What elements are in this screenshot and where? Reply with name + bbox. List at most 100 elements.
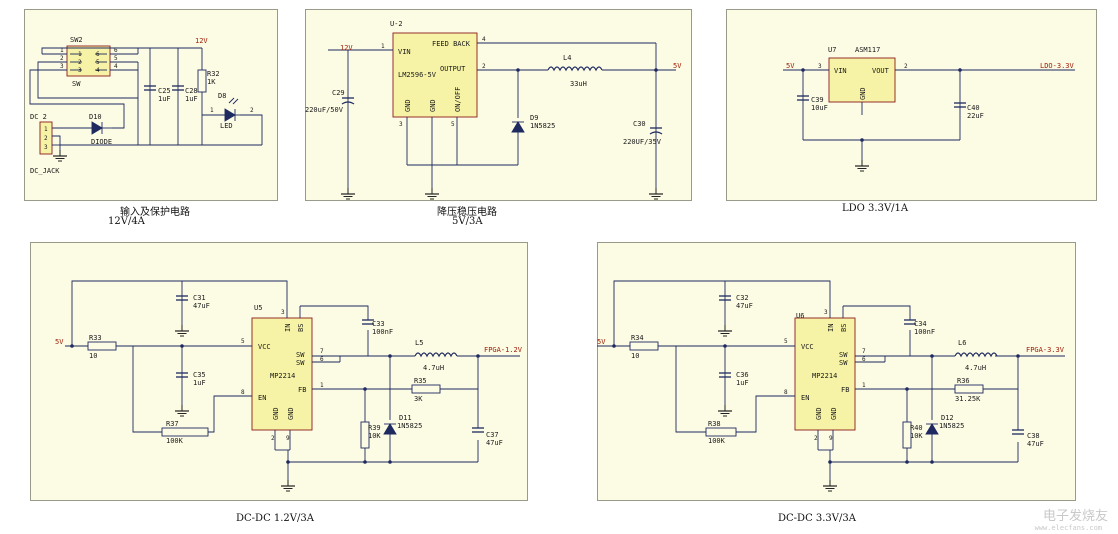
u5-pin-num-3: 3	[281, 309, 285, 316]
u5-pin-num-5: 5	[241, 338, 245, 345]
u5-pin-num-8: 8	[241, 389, 245, 396]
dc-jack-pin-2: 2	[44, 135, 48, 142]
c38-ref: C38	[1027, 432, 1040, 440]
r39-value: 10K	[368, 432, 381, 440]
c33-value: 100nF	[372, 328, 393, 336]
u6-pin-num-6: 6	[862, 356, 866, 363]
u6-name: MP2214	[812, 372, 837, 380]
u6-pin-num-1: 1	[862, 382, 866, 389]
u5-pin-gnd-a: GND	[272, 407, 280, 420]
u5-pin-en: EN	[258, 394, 266, 402]
sw2-pin-3: 3	[60, 63, 64, 70]
u6-pin-num-9: 9	[829, 435, 833, 442]
u5-ref: U5	[254, 304, 262, 312]
u6-pin-gnd-a: GND	[815, 407, 823, 420]
d9-symbol	[511, 121, 525, 133]
u2-ref: U-2	[390, 20, 403, 28]
sw2-pin-4: 4	[114, 63, 118, 70]
l4-value: 33uH	[570, 80, 587, 88]
input-protection-circuit	[29, 45, 263, 155]
u5-pin-sw-b: SW	[296, 359, 305, 367]
sw2-pin-6: 6	[114, 47, 118, 54]
d11-symbol	[383, 423, 397, 435]
u2-pin-num-2: 2	[482, 63, 486, 70]
u6-pin-num-7: 7	[862, 348, 866, 355]
u6-pin-fb: FB	[841, 386, 849, 394]
r40-ref: R40	[910, 424, 923, 432]
u7-name: ASM117	[855, 46, 880, 54]
d10-symbol	[91, 121, 103, 135]
u6-pin-in: IN	[827, 324, 835, 332]
led-pin-1: 1	[210, 107, 214, 114]
watermark-url: www.elecfans.com	[1034, 524, 1102, 532]
net-12v-buck: 12V	[340, 44, 353, 52]
c25-value: 1uF	[158, 95, 171, 103]
r35-ref: R35	[414, 377, 427, 385]
caption-dcdc-3v3: DC-DC 3.3V/3A	[778, 513, 856, 524]
watermark-title: 电子发烧友	[1042, 509, 1108, 524]
net-5v-buck: 5V	[673, 62, 682, 70]
u7-pin-vin: VIN	[834, 67, 847, 75]
l5-coil	[414, 352, 458, 358]
c31-value: 47uF	[193, 302, 210, 310]
caption-ldo: LDO 3.3V/1A	[842, 203, 909, 214]
c37-value: 47uF	[486, 439, 503, 447]
d10-value: DIODE	[91, 138, 112, 146]
u5-pin-bs: BS	[297, 324, 305, 332]
dc-jack-ref: DC 2	[30, 113, 47, 121]
d8-ref: D8	[218, 92, 226, 100]
u2-pin-gnd-a: GND	[404, 99, 412, 112]
u7-pin-gnd: GND	[859, 87, 867, 100]
u5-pin-sw-a: SW	[296, 351, 305, 359]
u6-pin-num-5: 5	[784, 338, 788, 345]
sw2-inner-5: 5	[96, 59, 100, 66]
u5-pin-num-7: 7	[320, 348, 324, 355]
u7-pin-num-3: 3	[818, 63, 822, 70]
u7-pin-vout: VOUT	[872, 67, 890, 75]
caption-input-spec: 12V/4A	[108, 216, 145, 227]
sw2-inner-6: 6	[96, 51, 100, 58]
c38-value: 47uF	[1027, 440, 1044, 448]
u6-pin-sw-a: SW	[839, 351, 848, 359]
u2-pin-onoff: ON/OFF	[454, 87, 462, 112]
r37-value: 100K	[166, 437, 184, 445]
net-12v-input: 12V	[195, 37, 208, 45]
dc-jack-pin-3: 3	[44, 144, 48, 151]
u5-name: MP2214	[270, 372, 295, 380]
net-fpga-3v3: FPGA-3.3V	[1026, 346, 1065, 354]
u7-pin-num-2: 2	[904, 63, 908, 70]
u6-pin-num-8: 8	[784, 389, 788, 396]
u5-pin-gnd-b: GND	[287, 407, 295, 420]
l6-value: 4.7uH	[965, 364, 986, 372]
r33-body	[87, 341, 117, 351]
schematic-canvas: SW2 SW 1 2 3 6 5 4 1 2 3 6 5 4 DC 2 1 2 …	[29, 20, 1075, 492]
r38-body	[705, 427, 737, 437]
c40-ref: C40	[967, 104, 980, 112]
d8-value: LED	[220, 122, 233, 130]
d8-symbol	[224, 108, 236, 122]
c34-value: 100nF	[914, 328, 935, 336]
r35-value: 3K	[414, 395, 423, 403]
c35-ref: C35	[193, 371, 206, 379]
r38-value: 100K	[708, 437, 726, 445]
c40-value: 22uF	[967, 112, 984, 120]
net-ldo-3v3: LDO-3.3V	[1040, 62, 1075, 70]
l6-coil	[954, 352, 998, 358]
r34-value: 10	[631, 352, 639, 360]
d9-value: 1N5825	[530, 122, 555, 130]
led-pin-2: 2	[250, 107, 254, 114]
c25-ref: C25	[158, 87, 171, 95]
sw2-name: SW	[72, 80, 81, 88]
c37-ref: C37	[486, 431, 499, 439]
c30-ref: C30	[633, 120, 646, 128]
dc-jack-name: DC_JACK	[30, 167, 60, 175]
c31-ref: C31	[193, 294, 206, 302]
r32-ref: R32	[207, 70, 220, 78]
c28-ref: C28	[185, 87, 198, 95]
u5-pin-num-6: 6	[320, 356, 324, 363]
u6-pin-bs: BS	[840, 324, 848, 332]
r33-value: 10	[89, 352, 97, 360]
dcdc-3v3-circuit	[597, 280, 1065, 480]
c29-ref: C29	[332, 89, 345, 97]
c29-value: 220uF/50V	[305, 106, 344, 114]
